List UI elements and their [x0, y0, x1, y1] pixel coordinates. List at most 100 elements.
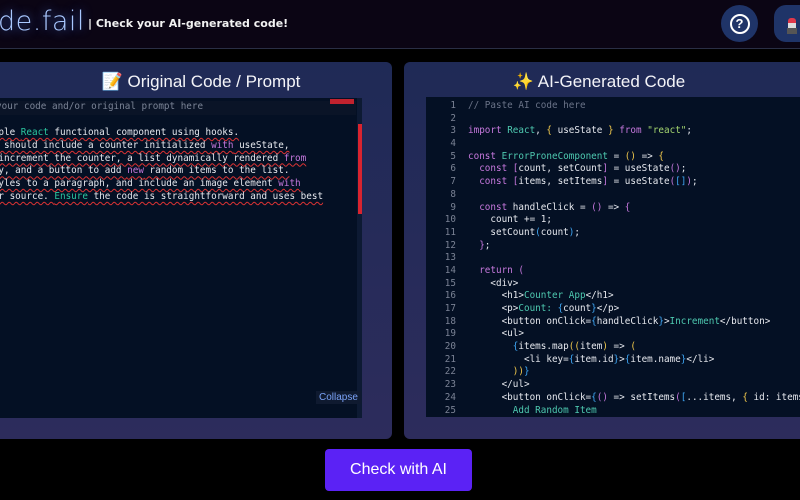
code-token: item.id	[574, 353, 614, 365]
code-line: 22 ))}	[426, 366, 800, 379]
logo[interactable]: de.fail	[0, 6, 85, 37]
code-token: Add Random Item	[468, 404, 597, 416]
prompt-line: e styles to a paragraph, and include an …	[0, 178, 323, 191]
code-token: =>	[607, 341, 631, 353]
code-token: (	[630, 341, 636, 353]
code-line: 7 const [items, setItems] = useState([])…	[426, 176, 800, 189]
check-with-ai-button[interactable]: Check with AI	[325, 449, 472, 491]
prompt-text[interactable]: simple React functional component using …	[0, 127, 323, 217]
prompt-line: older source. Ensure the code is straigh…	[0, 191, 323, 204]
code-line: 8	[426, 189, 800, 202]
line-number: 4	[450, 138, 456, 150]
scrollbar-thumb[interactable]	[358, 124, 362, 214]
code-token: ErrorProneComponent	[501, 150, 608, 162]
collapse-button[interactable]: Collapse	[316, 391, 361, 404]
code-token: }	[523, 366, 530, 378]
prompt-token: the code is straightforward and uses bes…	[87, 190, 324, 202]
code-line: 6 const [count, setCount] = useState();	[426, 163, 800, 176]
code-token: <button onClick=	[468, 391, 592, 403]
line-number: 3	[450, 125, 456, 137]
code-token: =>	[635, 150, 659, 162]
panel-title: ✨ AI-Generated Code	[512, 72, 686, 91]
code-token: =>	[602, 201, 625, 213]
code-token: "react"	[647, 125, 687, 137]
code-line: 25 Add Random Item	[426, 405, 800, 418]
code-line: 10 count += 1;	[426, 214, 800, 227]
code-token: return	[468, 264, 513, 276]
code-line: 20 {items.map((item) => (	[426, 341, 800, 354]
code-line: 16 <h1>Counter App</h1>	[426, 290, 800, 303]
code-text: <div>	[468, 278, 518, 291]
code-token: <button onClick=	[468, 315, 592, 327]
prompt-token: to increment the counter, a list dynamic…	[0, 152, 284, 164]
code-token: count += 1;	[468, 214, 552, 226]
prompt-token: array, and a button to add	[0, 165, 122, 177]
code-token: const	[468, 201, 508, 213]
tagline: | Check your AI-generated code!	[88, 17, 289, 30]
code-token: (	[518, 264, 524, 276]
code-token: ...items,	[686, 391, 743, 403]
code-token: items, setItems	[518, 176, 603, 188]
code-token: React	[507, 125, 536, 137]
prompt-editor[interactable]: your code and/or original prompt here si…	[0, 98, 362, 418]
prompt-token: functional component using hooks.	[48, 127, 240, 138]
code-token: count, setCount	[518, 163, 603, 175]
line-number: 8	[450, 188, 456, 200]
code-token: </ul>	[468, 379, 530, 391]
code-token: <div>	[468, 277, 519, 289]
code-token: ()	[596, 391, 608, 403]
code-line: 1 // Paste AI code here	[426, 100, 800, 113]
code-editor[interactable]: 1 // Paste AI code here 2 3 import React, { …	[426, 97, 800, 417]
prompt-token: simple	[0, 127, 16, 138]
code-token: =	[607, 150, 625, 162]
line-number: 15	[444, 277, 456, 289]
scrollbar[interactable]	[357, 98, 362, 418]
code-token: id: items.leng	[753, 391, 800, 403]
line-number: 11	[444, 226, 456, 238]
code-line: 11 setCount(count);	[426, 227, 800, 240]
code-token: = useState	[607, 163, 670, 175]
code-text: const handleClick = () => {	[468, 202, 630, 215]
code-text: const ErrorProneComponent = () => {	[468, 151, 664, 164]
code-token: ()	[669, 163, 681, 175]
code-token: Count:	[518, 303, 558, 314]
code-token: count	[563, 303, 592, 314]
code-token: </li>	[686, 353, 715, 365]
line-number: 16	[444, 290, 456, 302]
code-text: <button onClick={() => setItems([...item…	[468, 392, 800, 405]
code-token: import	[468, 125, 502, 137]
code-text: </ul>	[468, 379, 530, 392]
code-text: import React, { useState } from "react";	[468, 125, 692, 138]
code-text: <button onClick={handleClick}>Increment<…	[468, 315, 771, 329]
prompt-token: random items to the list.	[143, 165, 290, 177]
question-icon: ?	[729, 13, 750, 34]
prompt-line: to increment the counter, a list dynamic…	[0, 153, 323, 166]
code-token: </p>	[596, 303, 620, 314]
panel-title: 📝 Original Code / Prompt	[101, 72, 301, 91]
prompt-token: from	[283, 152, 307, 164]
code-text: const [count, setCount] = useState();	[468, 163, 686, 176]
code-line: 17 <p>Count: {count}</p>	[426, 303, 800, 316]
code-token: const	[468, 163, 508, 175]
code-line: 14 return (	[426, 265, 800, 278]
code-text: {items.map((item) => (	[468, 341, 636, 354]
code-line: 23 </ul>	[426, 379, 800, 392]
code-token: ;	[686, 125, 693, 137]
code-lines[interactable]: 1 // Paste AI code here 2 3 import React, { …	[426, 100, 800, 417]
code-token: = useState	[607, 176, 670, 188]
code-token: }	[468, 239, 485, 251]
code-line: 24 <button onClick={() => setItems([...i…	[426, 392, 800, 405]
prompt-line: simple React functional component using …	[0, 127, 323, 140]
line-number: 10	[444, 214, 456, 226]
line-number: 9	[450, 201, 456, 213]
avatar-button[interactable]	[774, 5, 800, 42]
code-token: Counter App	[523, 290, 586, 302]
code-token: handleClick	[596, 315, 659, 327]
line-number: 24	[444, 391, 456, 403]
code-token: setCount	[468, 226, 536, 238]
code-text: <ul>	[468, 328, 524, 341]
code-line: 2	[426, 113, 800, 126]
original-code-panel: 📝 Original Code / Prompt your code and/o…	[0, 62, 392, 439]
help-button[interactable]: ?	[721, 5, 758, 42]
code-line: 19 <ul>	[426, 328, 800, 341]
